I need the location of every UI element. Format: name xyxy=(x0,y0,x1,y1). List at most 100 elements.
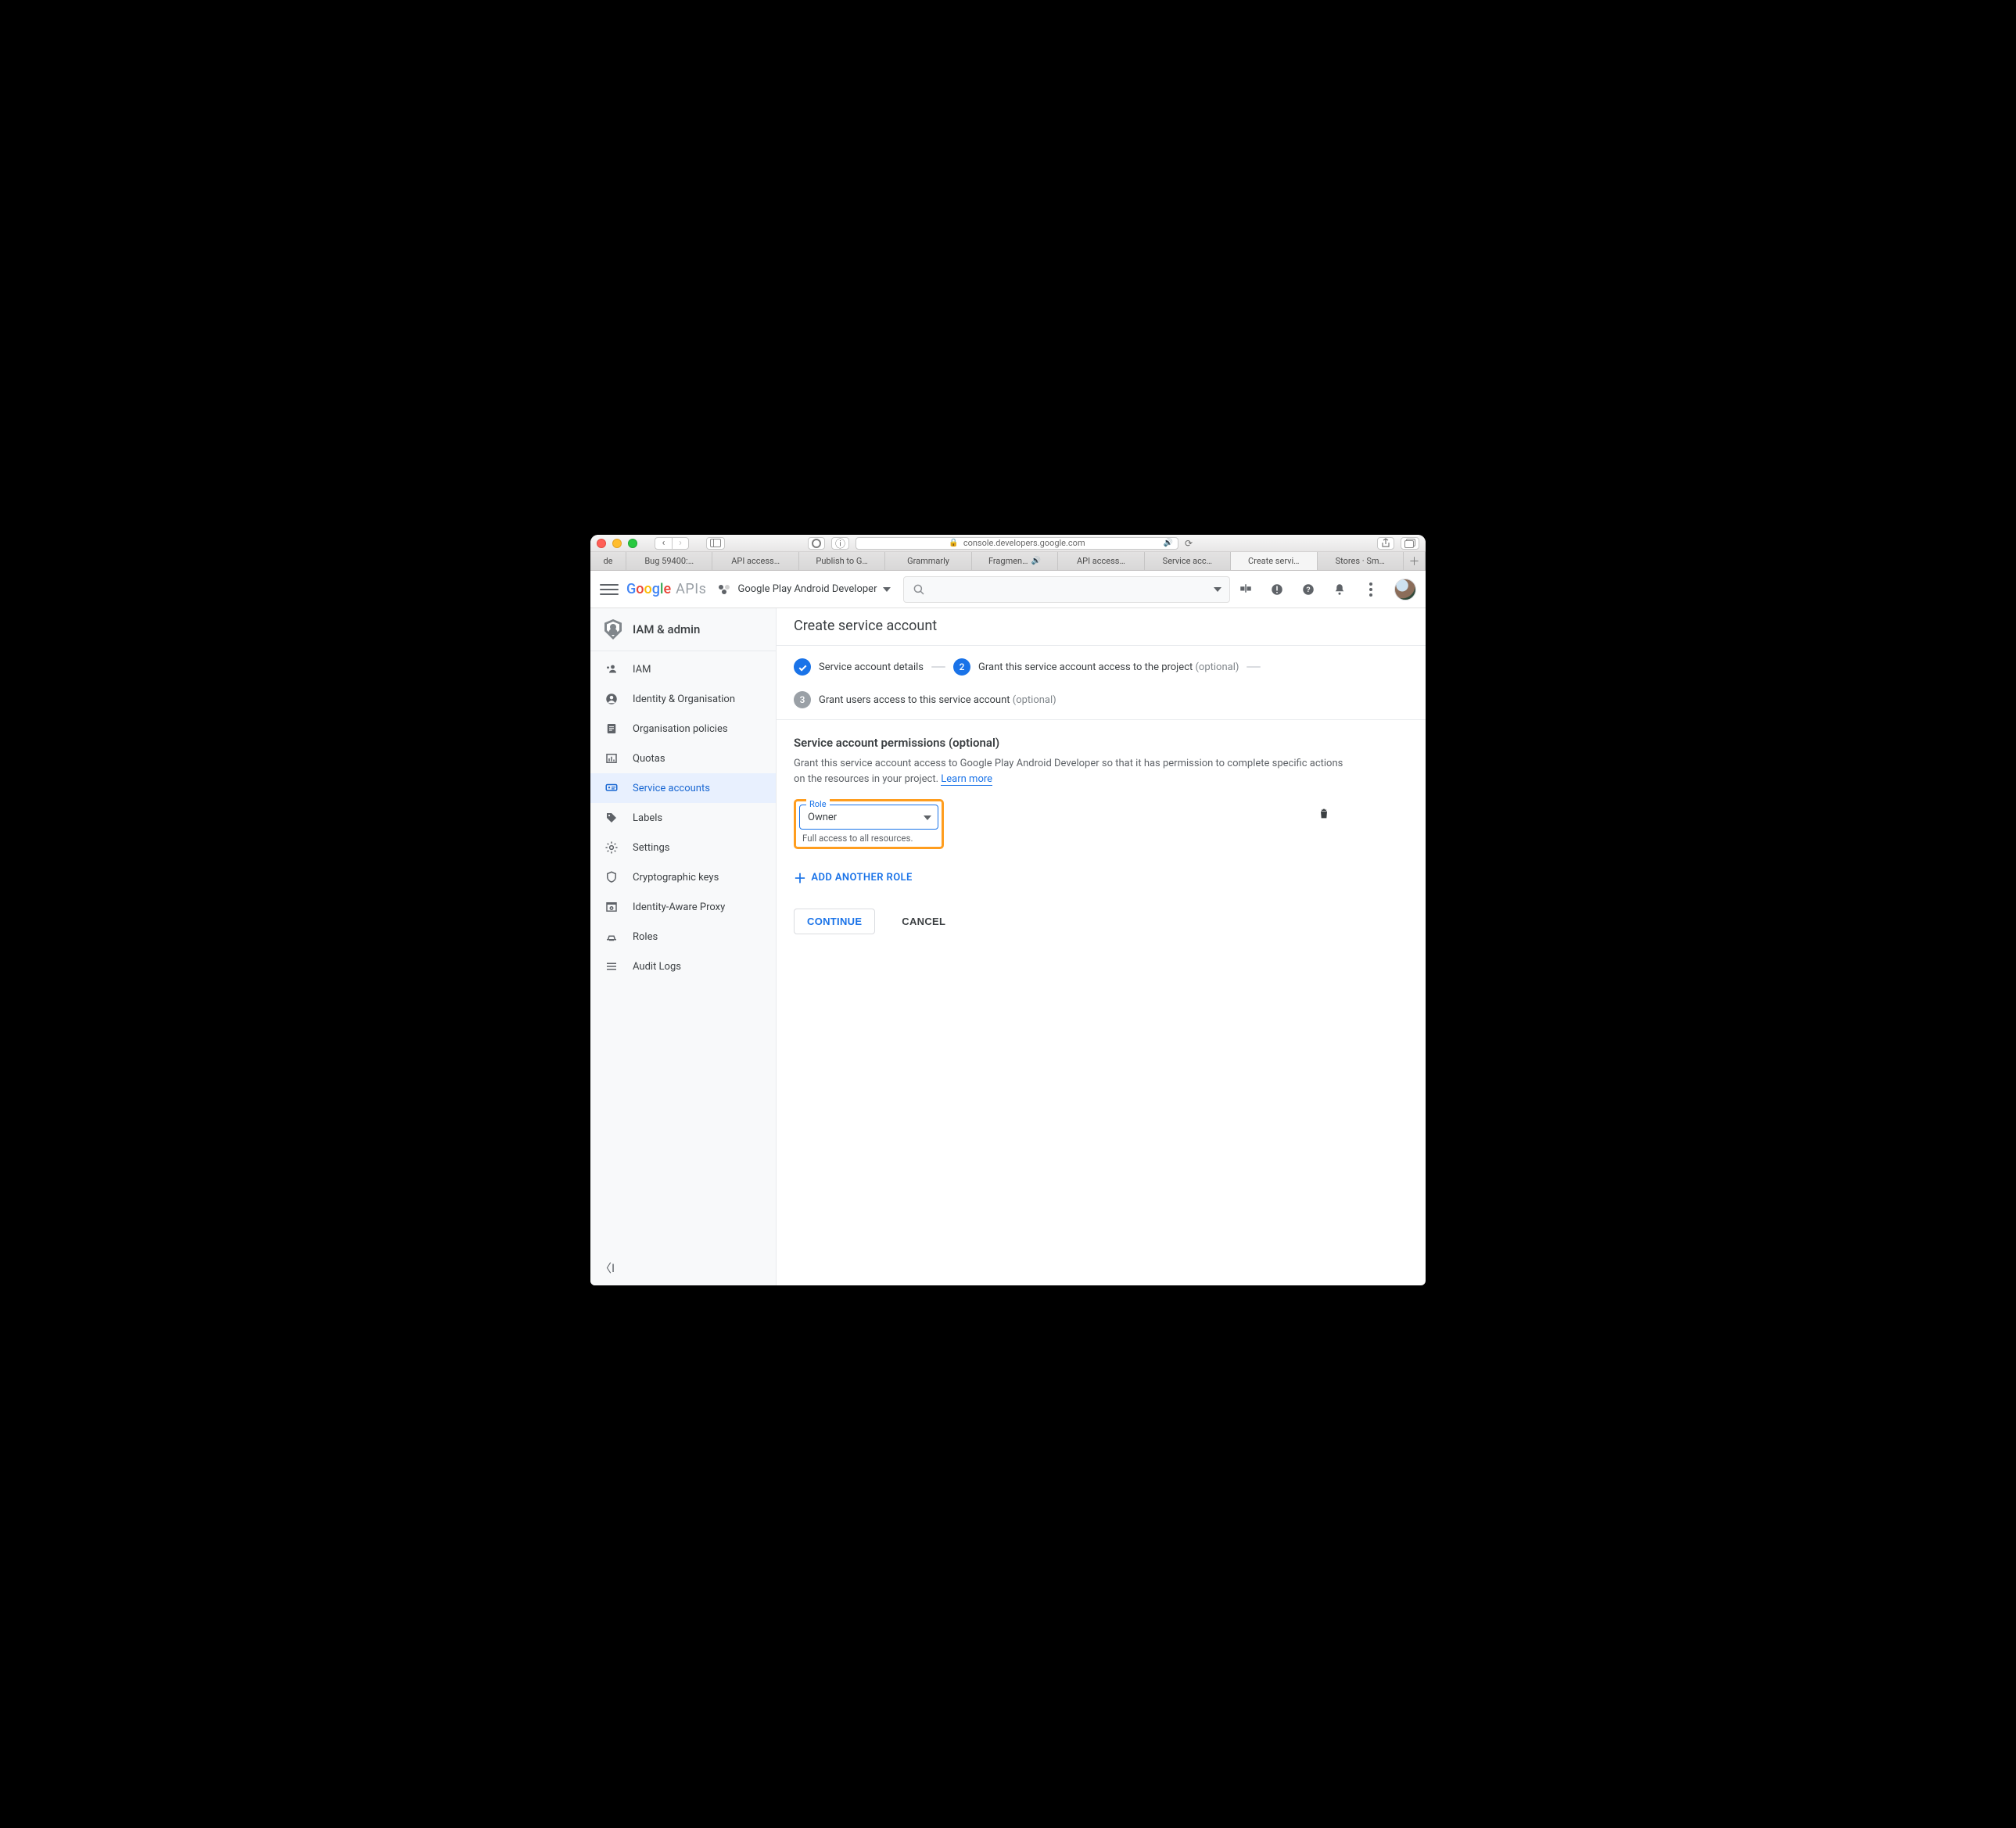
search-icon xyxy=(912,582,926,597)
roles-icon xyxy=(604,930,619,944)
window-zoom-dot[interactable] xyxy=(628,539,637,548)
new-tab-button[interactable]: ＋ xyxy=(1404,552,1426,570)
browser-tab[interactable]: API access… xyxy=(712,552,798,570)
browser-tab[interactable]: Bug 59400:… xyxy=(626,552,712,570)
more-menu-button[interactable] xyxy=(1363,582,1379,597)
step3-badge: 3 xyxy=(794,691,811,708)
account-avatar[interactable] xyxy=(1394,579,1416,600)
sidebar-item-identity[interactable]: Identity & Organisation xyxy=(590,684,776,714)
continue-button[interactable]: CONTINUE xyxy=(794,909,875,934)
nav-back-button[interactable]: ‹ xyxy=(655,537,672,550)
chevron-down-icon xyxy=(924,815,931,820)
step1-badge xyxy=(794,658,811,676)
brand-logo[interactable]: Google APIs xyxy=(626,581,706,597)
person-icon xyxy=(604,692,619,706)
role-value: Owner xyxy=(808,812,837,823)
browser-tab[interactable]: Fragmen…🔊 xyxy=(972,552,1058,570)
free-trial-icon[interactable] xyxy=(1238,582,1254,597)
notifications-icon[interactable] xyxy=(1332,582,1347,597)
gear-icon xyxy=(604,841,619,855)
person-add-icon xyxy=(604,662,619,676)
sidebar-item-settings[interactable]: Settings xyxy=(590,833,776,862)
tab-audio-icon: 🔊 xyxy=(1163,539,1172,547)
sidebar: IAM & admin IAM Identity & Organisation … xyxy=(590,608,777,1285)
iam-shield-icon xyxy=(604,619,622,640)
sidebar-item-labels[interactable]: Labels xyxy=(590,803,776,833)
delete-role-button[interactable] xyxy=(1318,807,1330,824)
sidebar-item-service-accounts[interactable]: Service accounts xyxy=(590,773,776,803)
address-bar[interactable]: 🔒 console.developers.google.com 🔊 xyxy=(856,537,1178,550)
sidebar-item-crypto-keys[interactable]: Cryptographic keys xyxy=(590,862,776,892)
role-hint: Full access to all resources. xyxy=(799,833,938,844)
menu-button[interactable] xyxy=(600,580,619,599)
search-bar[interactable] xyxy=(903,576,1230,603)
stepper: Service account details 2 Grant this ser… xyxy=(777,646,1426,720)
window-minimize-dot[interactable] xyxy=(612,539,622,548)
browser-tabstrip: de Bug 59400:… API access… Publish to G…… xyxy=(590,552,1426,571)
step1-label: Service account details xyxy=(819,661,924,673)
browser-tab[interactable]: Publish to G… xyxy=(799,552,885,570)
tabs-overview-button[interactable] xyxy=(1401,537,1419,550)
browser-tab[interactable]: API access… xyxy=(1058,552,1144,570)
sidebar-title: IAM & admin xyxy=(633,622,700,636)
step2-badge: 2 xyxy=(953,658,970,676)
iap-icon xyxy=(604,900,619,914)
sidebar-item-quotas[interactable]: Quotas xyxy=(590,744,776,773)
reload-button[interactable]: ⟳ xyxy=(1185,538,1193,549)
svg-text:?: ? xyxy=(1306,586,1311,593)
page-title: Create service account xyxy=(794,618,1408,634)
extension-grammarly-icon[interactable] xyxy=(808,537,825,550)
main-content: Create service account Service account d… xyxy=(777,608,1426,1285)
collapse-sidebar-button[interactable]: 〈I xyxy=(595,1255,619,1281)
tag-icon xyxy=(604,811,619,825)
sidebar-header[interactable]: IAM & admin xyxy=(590,608,776,651)
service-account-icon xyxy=(604,781,619,795)
project-picker[interactable]: Google Play Android Developer xyxy=(714,580,895,598)
sidebar-toggle-button[interactable] xyxy=(706,537,725,550)
browser-tab-active[interactable]: Create servi… xyxy=(1231,552,1317,570)
divider xyxy=(931,666,945,668)
chevron-down-icon xyxy=(883,587,891,592)
chevron-down-icon xyxy=(1214,587,1221,592)
document-icon xyxy=(604,722,619,736)
search-input[interactable] xyxy=(934,583,1206,596)
brand-apis-label: APIs xyxy=(676,581,706,597)
share-button[interactable] xyxy=(1377,537,1394,550)
nav-forward-button[interactable]: › xyxy=(672,537,689,550)
divider xyxy=(1247,666,1261,668)
audio-icon: 🔊 xyxy=(1031,557,1041,565)
sidebar-item-orgpolicies[interactable]: Organisation policies xyxy=(590,714,776,744)
plus-icon: ＋ xyxy=(794,868,806,887)
lock-icon: 🔒 xyxy=(949,539,958,547)
role-field-label: Role xyxy=(806,799,830,809)
browser-tab[interactable]: Stores · Sm… xyxy=(1318,552,1404,570)
project-name: Google Play Android Developer xyxy=(737,583,877,595)
help-icon[interactable]: ? xyxy=(1300,582,1316,597)
permissions-description: Grant this service account access to Goo… xyxy=(794,756,1354,787)
project-icon xyxy=(719,585,731,594)
window-close-dot[interactable] xyxy=(597,539,606,548)
sidebar-item-audit-logs[interactable]: Audit Logs xyxy=(590,952,776,981)
sidebar-item-roles[interactable]: Roles xyxy=(590,922,776,952)
quota-icon xyxy=(604,751,619,765)
address-text: console.developers.google.com xyxy=(963,538,1085,548)
cancel-button[interactable]: CANCEL xyxy=(889,909,958,934)
role-field-highlight: Role Owner Full access to all resources. xyxy=(794,799,944,849)
browser-tab[interactable]: de xyxy=(590,552,626,570)
role-select[interactable]: Role Owner xyxy=(799,805,938,830)
page-header: Create service account xyxy=(777,608,1426,646)
learn-more-link[interactable]: Learn more xyxy=(941,773,992,786)
step2-label: Grant this service account access to the… xyxy=(978,661,1239,673)
add-another-role-button[interactable]: ＋ ADD ANOTHER ROLE xyxy=(794,868,1354,887)
browser-tab[interactable]: Service acc… xyxy=(1145,552,1231,570)
sidebar-item-iam[interactable]: IAM xyxy=(590,654,776,684)
sidebar-item-iap[interactable]: Identity-Aware Proxy xyxy=(590,892,776,922)
permissions-heading: Service account permissions (optional) xyxy=(794,736,1354,750)
step3-label: Grant users access to this service accou… xyxy=(819,694,1056,706)
shield-icon xyxy=(604,870,619,884)
site-info-button[interactable]: ⓘ xyxy=(831,537,849,550)
browser-tab[interactable]: Grammarly xyxy=(885,552,971,570)
permissions-section: Service account permissions (optional) G… xyxy=(777,720,1371,956)
alert-icon[interactable] xyxy=(1269,582,1285,597)
list-icon xyxy=(604,959,619,973)
